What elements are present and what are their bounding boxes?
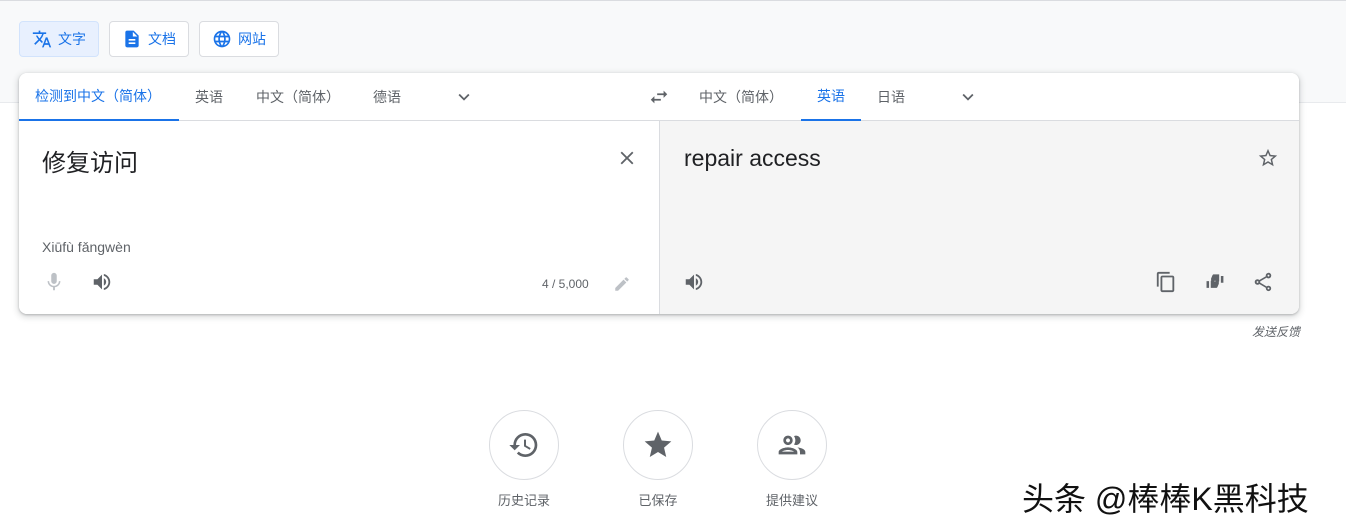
copy-translation-button[interactable] — [1152, 268, 1180, 296]
source-lang-more-button[interactable] — [450, 83, 478, 111]
star-outline-icon — [1258, 148, 1278, 167]
target-lang-more-button[interactable] — [954, 83, 982, 111]
saved-label: 已保存 — [638, 493, 678, 508]
source-pane: 修复访问 Xiūfù fǎngwèn 4 / 5,000 — [19, 121, 659, 314]
close-icon — [620, 151, 634, 165]
watermark: 头条 @棒棒K黑科技 — [1022, 481, 1309, 517]
send-feedback-link[interactable]: 发送反馈 — [1240, 323, 1300, 340]
target-lang-english-tab[interactable]: 英语 — [801, 73, 861, 121]
history-icon — [509, 433, 538, 457]
source-lang-english-tab[interactable]: 英语 — [179, 73, 239, 121]
thumbs-icon — [1206, 274, 1224, 288]
saved-button[interactable] — [623, 410, 693, 480]
text-mode-label: 文字 — [58, 31, 86, 47]
target-lang-japanese-tab[interactable]: 日语 — [861, 73, 921, 121]
mic-icon — [47, 272, 61, 291]
source-transliteration: Xiūfù fǎngwèn — [42, 239, 131, 255]
contribute-button[interactable] — [757, 410, 827, 480]
document-icon — [125, 30, 139, 48]
language-bar: 检测到中文（简体） 英语 中文（简体） 德语 中文（简体） 英语 日语 — [19, 73, 1299, 121]
share-icon — [1254, 272, 1272, 292]
contribute-label: 提供建议 — [765, 493, 818, 508]
globe-icon — [213, 30, 231, 48]
text-mode-button[interactable]: 文字 — [19, 21, 99, 57]
share-translation-button[interactable] — [1249, 268, 1277, 296]
docs-mode-button[interactable]: 文档 — [109, 21, 189, 57]
people-icon — [778, 435, 806, 455]
chevron-down-icon — [458, 93, 470, 101]
source-text-input[interactable]: 修复访问 — [42, 143, 138, 178]
listen-source-button[interactable] — [88, 268, 116, 296]
websites-mode-button[interactable]: 网站 — [199, 21, 279, 57]
translation-card: 检测到中文（简体） 英语 中文（简体） 德语 中文（简体） 英语 日语 修复访问… — [19, 73, 1299, 314]
character-counter: 4 / 5,000 — [542, 277, 589, 291]
history-label: 历史记录 — [497, 493, 550, 508]
rate-translation-button[interactable] — [1201, 268, 1229, 296]
source-lang-detected-tab[interactable]: 检测到中文（简体） — [19, 73, 179, 121]
pencil-icon — [615, 277, 629, 291]
save-translation-button[interactable] — [1254, 144, 1282, 172]
chevron-down-icon — [962, 93, 974, 101]
history-button[interactable] — [489, 410, 559, 480]
voice-input-button[interactable] — [40, 268, 68, 296]
translate-icon — [32, 30, 52, 48]
volume-icon — [685, 273, 703, 291]
listen-translation-button[interactable] — [680, 268, 708, 296]
swap-languages-button[interactable] — [645, 83, 673, 111]
target-lang-chinese-tab[interactable]: 中文（简体） — [683, 73, 799, 121]
copy-icon — [1156, 271, 1175, 293]
websites-mode-label: 网站 — [238, 31, 266, 47]
translated-text: repair access — [684, 145, 821, 171]
edit-button[interactable] — [608, 270, 636, 298]
source-lang-chinese-tab[interactable]: 中文（简体） — [240, 73, 356, 121]
source-lang-german-tab[interactable]: 德语 — [357, 73, 417, 121]
target-pane: repair access — [659, 121, 1299, 314]
star-icon — [644, 431, 672, 457]
clear-source-button[interactable] — [613, 144, 641, 172]
volume-icon — [93, 273, 111, 291]
swap-icon — [650, 90, 668, 104]
docs-mode-label: 文档 — [148, 31, 176, 47]
